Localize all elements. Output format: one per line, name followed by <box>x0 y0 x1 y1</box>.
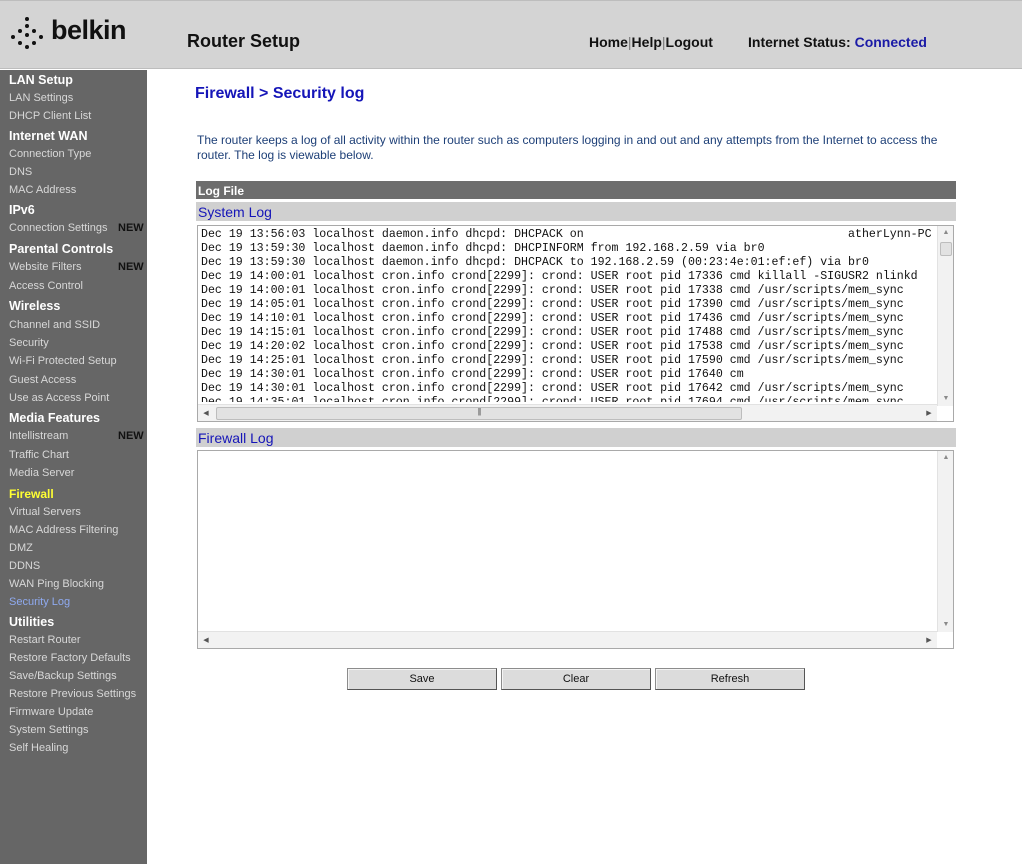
log-line: Dec 19 14:30:01 localhost cron.info cron… <box>201 368 744 381</box>
log-line: Dec 19 14:00:01 localhost cron.info cron… <box>201 270 918 283</box>
log-line: Dec 19 14:25:01 localhost cron.info cron… <box>201 354 904 367</box>
belkin-dots-icon <box>11 17 45 51</box>
scroll-thumb[interactable] <box>940 242 952 256</box>
sidebar-item-restart-router[interactable]: Restart Router <box>9 634 81 646</box>
sidebar-item-intellistream[interactable]: Intellistream <box>9 430 68 442</box>
belkin-logo: belkin <box>11 15 151 55</box>
sidebar-item-mac-filtering[interactable]: MAC Address Filtering <box>9 524 118 536</box>
intro-text: The router keeps a log of all activity w… <box>197 133 938 162</box>
system-log-horizontal-scrollbar[interactable]: ◀ ||| ▶ <box>198 404 937 421</box>
save-button[interactable]: Save <box>347 668 497 690</box>
log-line: Dec 19 14:30:01 localhost cron.info cron… <box>201 382 904 395</box>
clear-button[interactable]: Clear <box>501 668 651 690</box>
sidebar-item-website-filters[interactable]: Website Filters <box>9 261 82 273</box>
log-line: Dec 19 14:35:01 localhost cron.info cron… <box>201 396 937 402</box>
sidebar-item-access-control[interactable]: Access Control <box>9 280 83 292</box>
internet-status: Internet Status: Connected <box>748 34 927 50</box>
sidebar-item-restore-previous[interactable]: Restore Previous Settings <box>9 688 136 700</box>
sidebar-item-virtual-servers[interactable]: Virtual Servers <box>9 506 81 518</box>
internet-status-label: Internet Status: <box>748 34 851 50</box>
sidebar-item-connection-type[interactable]: Connection Type <box>9 148 91 160</box>
sidebar-item-guest-access[interactable]: Guest Access <box>9 374 76 386</box>
top-nav-links: Home|Help|Logout <box>589 34 713 50</box>
firewall-log-textarea[interactable]: ▲ ▼ ◀ ▶ <box>197 450 954 649</box>
log-line: Dec 19 13:56:03 localhost daemon.info dh… <box>201 228 932 241</box>
system-log-content: Dec 19 13:56:03 localhost daemon.info dh… <box>201 228 937 402</box>
sidebar-item-dmz[interactable]: DMZ <box>9 542 33 554</box>
sidebar-item-traffic-chart[interactable]: Traffic Chart <box>9 449 69 461</box>
firewall-log-header: Firewall Log <box>196 428 956 447</box>
sidebar-section-media-features[interactable]: Media Features <box>9 411 100 425</box>
scroll-down-icon[interactable]: ▼ <box>938 392 954 406</box>
sidebar-item-lan-settings[interactable]: LAN Settings <box>9 92 73 104</box>
sidebar-item-save-backup[interactable]: Save/Backup Settings <box>9 670 117 682</box>
firewall-log-horizontal-scrollbar[interactable]: ◀ ▶ <box>198 631 937 648</box>
internet-status-value: Connected <box>854 34 927 50</box>
sidebar-item-wan-ping-blocking[interactable]: WAN Ping Blocking <box>9 578 104 590</box>
firewall-log-vertical-scrollbar[interactable]: ▲ ▼ <box>937 451 953 632</box>
system-log-vertical-scrollbar[interactable]: ▲ ▼ <box>937 226 953 406</box>
scroll-right-icon[interactable]: ▶ <box>921 632 937 649</box>
scroll-thumb[interactable]: ||| <box>216 407 742 420</box>
log-line: Dec 19 13:59:30 localhost daemon.info dh… <box>201 242 765 255</box>
sidebar-item-ddns[interactable]: DDNS <box>9 560 40 572</box>
sidebar-section-internet-wan[interactable]: Internet WAN <box>9 129 87 143</box>
sidebar-section-parental-controls[interactable]: Parental Controls <box>9 242 113 256</box>
sidebar-item-firmware-update[interactable]: Firmware Update <box>9 706 93 718</box>
new-badge: NEW <box>118 430 144 442</box>
help-link[interactable]: Help <box>632 34 662 50</box>
sidebar-item-connection-settings[interactable]: Connection Settings <box>9 222 107 234</box>
sidebar-item-access-point[interactable]: Use as Access Point <box>9 392 109 404</box>
scroll-left-icon[interactable]: ◀ <box>198 632 214 649</box>
sidebar-item-mac-address[interactable]: MAC Address <box>9 184 76 196</box>
scroll-down-icon[interactable]: ▼ <box>938 618 954 632</box>
scroll-up-icon[interactable]: ▲ <box>938 451 954 465</box>
home-link[interactable]: Home <box>589 34 628 50</box>
sidebar-item-self-healing[interactable]: Self Healing <box>9 742 68 754</box>
system-log-header: System Log <box>196 202 956 221</box>
refresh-button[interactable]: Refresh <box>655 668 805 690</box>
sidebar-nav: LAN Setup LAN Settings DHCP Client List … <box>0 70 147 864</box>
sidebar-section-utilities[interactable]: Utilities <box>9 615 54 629</box>
sidebar-item-security[interactable]: Security <box>9 337 49 349</box>
log-line: Dec 19 13:59:30 localhost daemon.info dh… <box>201 256 869 269</box>
sidebar-item-media-server[interactable]: Media Server <box>9 467 74 479</box>
sidebar-item-restore-factory[interactable]: Restore Factory Defaults <box>9 652 131 664</box>
sidebar-item-channel-ssid[interactable]: Channel and SSID <box>9 319 100 331</box>
brand-name: belkin <box>51 15 127 45</box>
scroll-up-icon[interactable]: ▲ <box>938 226 954 240</box>
log-line: Dec 19 14:05:01 localhost cron.info cron… <box>201 298 904 311</box>
sidebar-section-firewall[interactable]: Firewall <box>9 487 54 501</box>
sidebar-item-dns[interactable]: DNS <box>9 166 32 178</box>
new-badge: NEW <box>118 222 144 234</box>
log-line: Dec 19 14:20:02 localhost cron.info cron… <box>201 340 904 353</box>
page-app-title: Router Setup <box>187 31 301 51</box>
scroll-right-icon[interactable]: ▶ <box>921 405 937 422</box>
header-bar: belkin Router Setup Home|Help|Logout Int… <box>0 0 1022 69</box>
new-badge: NEW <box>118 261 144 273</box>
log-line: Dec 19 14:10:01 localhost cron.info cron… <box>201 312 904 325</box>
log-file-header: Log File <box>196 181 956 199</box>
page-title: Firewall > Security log <box>195 85 365 102</box>
sidebar-section-ipv6[interactable]: IPv6 <box>9 203 35 217</box>
log-line: Dec 19 14:00:01 localhost cron.info cron… <box>201 284 904 297</box>
system-log-textarea[interactable]: Dec 19 13:56:03 localhost daemon.info dh… <box>197 225 954 422</box>
sidebar-section-wireless[interactable]: Wireless <box>9 299 60 313</box>
sidebar-item-security-log[interactable]: Security Log <box>9 596 70 608</box>
sidebar-item-wifi-protected-setup[interactable]: Wi-Fi Protected Setup <box>9 355 117 367</box>
log-line: Dec 19 14:15:01 localhost cron.info cron… <box>201 326 904 339</box>
sidebar-item-dhcp-client-list[interactable]: DHCP Client List <box>9 110 91 122</box>
sidebar-section-lan-setup[interactable]: LAN Setup <box>9 73 73 87</box>
scroll-left-icon[interactable]: ◀ <box>198 405 214 422</box>
logout-link[interactable]: Logout <box>666 34 713 50</box>
sidebar-item-system-settings[interactable]: System Settings <box>9 724 88 736</box>
